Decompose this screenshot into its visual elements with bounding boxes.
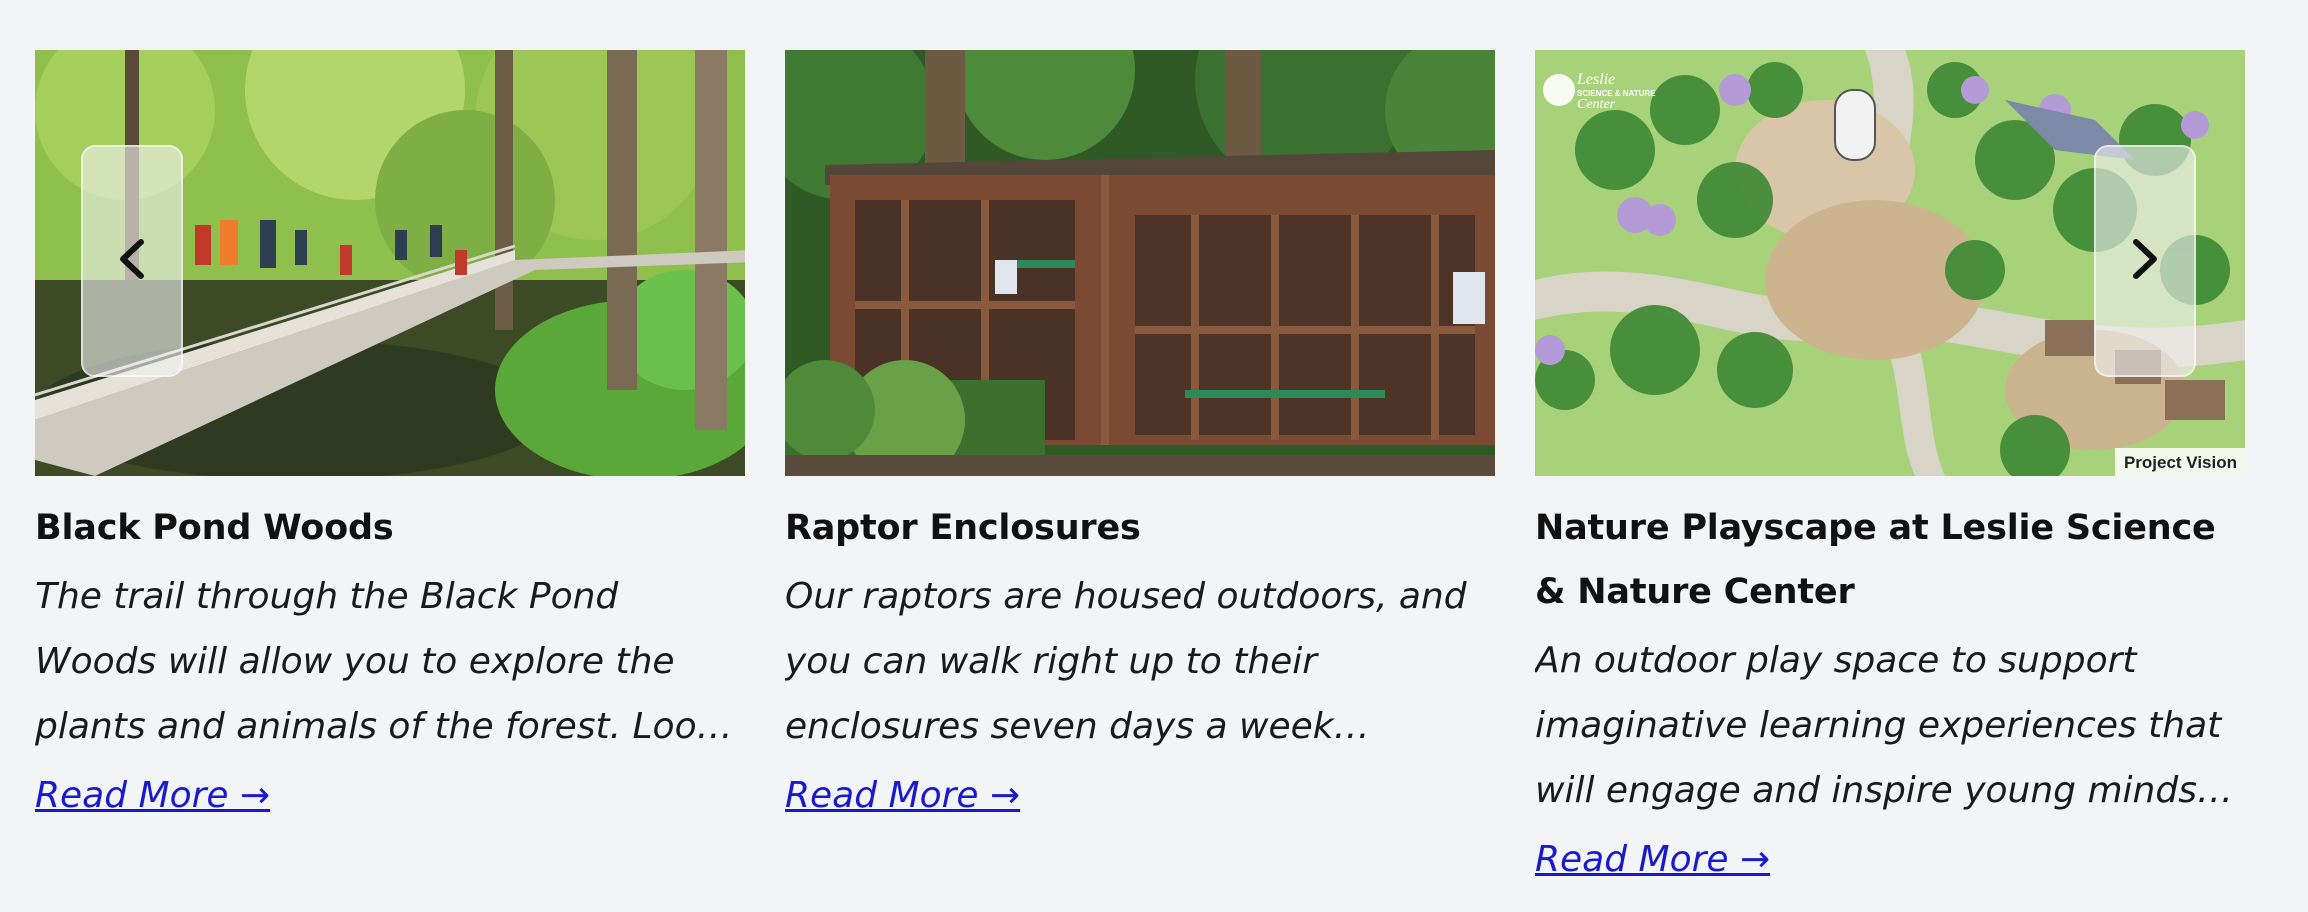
image-caption: Project Vision — [2124, 453, 2237, 472]
card-image-raptor-enclosures[interactable] — [785, 50, 1495, 476]
chevron-right-icon — [2128, 234, 2162, 288]
read-more-link[interactable]: Read More → — [1535, 835, 1770, 885]
logo-text-3: Center — [1577, 97, 1616, 112]
logo-text-1: Leslie — [1576, 71, 1615, 88]
card-title: Nature Playscape at Leslie Science & Nat… — [1535, 508, 2216, 612]
card-description: An outdoor play space to support imagina… — [1535, 640, 2222, 811]
card-description: Our raptors are housed outdoors, and you… — [785, 576, 1467, 747]
card-title: Black Pond Woods — [35, 508, 394, 548]
card-description: The trail through the Black Pond Woods w… — [35, 576, 718, 747]
carousel-next-button[interactable] — [2094, 145, 2196, 377]
image-card-carousel: Black Pond Woods The trail through the B… — [0, 0, 2308, 912]
card-title: Raptor Enclosures — [785, 508, 1141, 548]
chevron-left-icon — [115, 234, 149, 288]
carousel-prev-button[interactable] — [81, 145, 183, 377]
raptor-enclosure-photo — [785, 50, 1495, 476]
card-raptor-enclosures: Raptor Enclosures Our raptors are housed… — [785, 50, 1495, 821]
read-more-link[interactable]: Read More → — [785, 771, 1020, 821]
read-more-link[interactable]: Read More → — [35, 771, 270, 821]
